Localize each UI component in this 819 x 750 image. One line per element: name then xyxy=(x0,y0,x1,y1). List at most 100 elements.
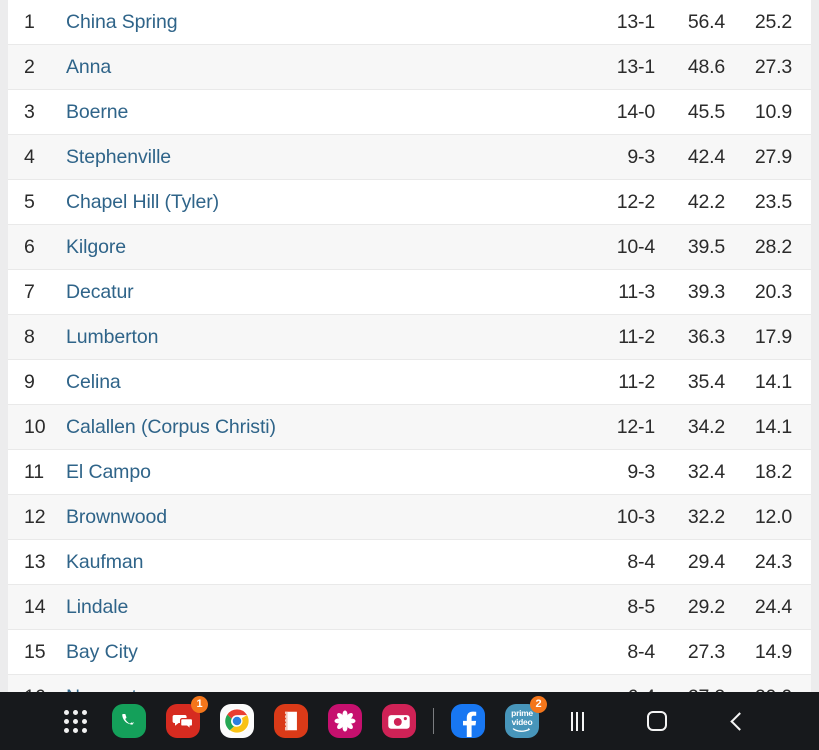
table-row[interactable]: 12 Brownwood 10-3 32.2 12.0 xyxy=(8,495,811,540)
table-row[interactable]: 11 El Campo 9-3 32.4 18.2 xyxy=(8,450,811,495)
points-against-cell: 27.3 xyxy=(754,55,792,78)
record-cell: 9-3 xyxy=(627,460,655,483)
record-cell: 8-4 xyxy=(627,550,655,573)
table-row[interactable]: 2 Anna 13-1 48.6 27.3 xyxy=(8,45,811,90)
messages-badge: 1 xyxy=(191,696,208,713)
rankings-scroll-area[interactable]: 1 China Spring 13-1 56.4 25.2 2 Anna 13-1 48.6 27… xyxy=(0,0,819,692)
table-row[interactable]: 10 Calallen (Corpus Christi) 12-1 34.2 14.1 xyxy=(8,405,811,450)
points-for-cell: 32.2 xyxy=(687,505,725,528)
points-against-cell: 20.3 xyxy=(754,280,792,303)
back-chevron-icon xyxy=(730,711,749,731)
dock-divider xyxy=(433,708,434,734)
rank-cell: 14 xyxy=(24,595,46,618)
record-cell: 13-1 xyxy=(616,55,655,78)
record-cell: 10-3 xyxy=(616,505,655,528)
points-against-cell: 14.1 xyxy=(754,370,792,393)
rank-cell: 15 xyxy=(24,640,46,663)
team-name-link[interactable]: Brownwood xyxy=(64,506,583,529)
points-for-cell: 29.2 xyxy=(687,595,725,618)
points-against-cell: 14.9 xyxy=(754,640,792,663)
table-row[interactable]: 14 Lindale 8-5 29.2 24.4 xyxy=(8,585,811,630)
team-name-link[interactable]: Lindale xyxy=(64,596,583,619)
table-row[interactable]: 4 Stephenville 9-3 42.4 27.9 xyxy=(8,135,811,180)
recents-icon xyxy=(570,711,584,731)
team-name-link[interactable]: Stephenville xyxy=(64,146,583,169)
record-cell: 14-0 xyxy=(616,100,655,123)
phone-app-button[interactable] xyxy=(102,699,156,743)
table-row[interactable]: 9 Celina 11-2 35.4 14.1 xyxy=(8,360,811,405)
rank-cell: 9 xyxy=(24,370,35,393)
table-row[interactable]: 8 Lumberton 11-2 36.3 17.9 xyxy=(8,315,811,360)
points-for-cell: 29.4 xyxy=(687,550,725,573)
table-row[interactable]: 7 Decatur 11-3 39.3 20.3 xyxy=(8,270,811,315)
facebook-app-button[interactable] xyxy=(441,699,495,743)
table-row[interactable]: 3 Boerne 14-0 45.5 10.9 xyxy=(8,90,811,135)
team-name-link[interactable]: Boerne xyxy=(64,101,583,124)
record-cell: 12-1 xyxy=(616,415,655,438)
messages-app-button[interactable]: 1 xyxy=(156,696,210,743)
rank-cell: 10 xyxy=(24,415,46,438)
home-button[interactable] xyxy=(635,699,679,743)
points-for-cell: 56.4 xyxy=(687,10,725,33)
apps-grid-icon xyxy=(63,709,87,733)
record-cell: 11-3 xyxy=(618,280,655,303)
rank-cell: 5 xyxy=(24,190,35,213)
dock-app-shortcuts: 1 prime video 2 xyxy=(0,696,549,743)
points-for-cell: 42.2 xyxy=(687,190,725,213)
table-row[interactable]: 16Navasota6-427.220.0 xyxy=(8,675,811,692)
team-name-link[interactable]: Anna xyxy=(64,56,583,79)
prime-video-app-button[interactable]: prime video 2 xyxy=(495,696,549,743)
team-name-link[interactable]: Kilgore xyxy=(64,236,583,259)
flipboard-icon xyxy=(274,704,308,738)
team-name-link[interactable]: Decatur xyxy=(64,281,583,304)
back-button[interactable] xyxy=(715,699,759,743)
camera-app-button[interactable] xyxy=(372,699,426,743)
record-cell: 8-5 xyxy=(627,595,655,618)
table-row[interactable]: 6 Kilgore 10-4 39.5 28.2 xyxy=(8,225,811,270)
recents-button[interactable] xyxy=(555,699,599,743)
phone-icon xyxy=(112,704,146,738)
table-row[interactable]: 1 China Spring 13-1 56.4 25.2 xyxy=(8,0,811,45)
points-against-cell: 23.5 xyxy=(754,190,792,213)
team-name-link[interactable]: China Spring xyxy=(64,11,583,34)
rank-cell: 7 xyxy=(24,280,35,303)
record-cell: 13-1 xyxy=(616,10,655,33)
record-cell: 11-2 xyxy=(618,325,655,348)
chrome-app-button[interactable] xyxy=(210,699,264,743)
facebook-icon xyxy=(451,704,485,738)
table-row[interactable]: 5 Chapel Hill (Tyler) 12-2 42.2 23.5 xyxy=(8,180,811,225)
points-for-cell: 34.2 xyxy=(687,415,725,438)
points-for-cell: 36.3 xyxy=(687,325,725,348)
camera-icon xyxy=(382,704,416,738)
team-name-link[interactable]: El Campo xyxy=(64,461,583,484)
record-cell: 11-2 xyxy=(618,370,655,393)
team-name-link[interactable]: Kaufman xyxy=(64,551,583,574)
points-for-cell: 32.4 xyxy=(687,460,725,483)
rank-cell: 13 xyxy=(24,550,46,573)
flower-icon xyxy=(328,704,362,738)
rank-cell: 3 xyxy=(24,100,35,123)
apps-grid-button[interactable] xyxy=(48,699,102,743)
team-name-link[interactable]: Calallen (Corpus Christi) xyxy=(64,416,583,439)
points-against-cell: 14.1 xyxy=(754,415,792,438)
table-row[interactable]: 15 Bay City 8-4 27.3 14.9 xyxy=(8,630,811,675)
rank-cell: 12 xyxy=(24,505,46,528)
flipboard-app-button[interactable] xyxy=(264,699,318,743)
gallery-app-button[interactable] xyxy=(318,699,372,743)
team-name-link[interactable]: Celina xyxy=(64,371,583,394)
bottom-dock: 1 prime video 2 xyxy=(0,692,819,750)
table-row[interactable]: 13 Kaufman 8-4 29.4 24.3 xyxy=(8,540,811,585)
points-for-cell: 27.3 xyxy=(687,640,725,663)
team-name-link[interactable]: Chapel Hill (Tyler) xyxy=(64,191,583,214)
rank-cell: 8 xyxy=(24,325,35,348)
points-for-cell: 48.6 xyxy=(687,55,725,78)
record-cell: 12-2 xyxy=(616,190,655,213)
rank-cell: 11 xyxy=(24,460,45,483)
points-against-cell: 17.9 xyxy=(754,325,792,348)
prime-video-label-line2: video xyxy=(511,716,533,727)
team-name-link[interactable]: Lumberton xyxy=(64,326,583,349)
chrome-icon xyxy=(220,704,254,738)
points-for-cell: 42.4 xyxy=(687,145,725,168)
team-name-link[interactable]: Bay City xyxy=(64,641,583,664)
points-against-cell: 18.2 xyxy=(754,460,792,483)
